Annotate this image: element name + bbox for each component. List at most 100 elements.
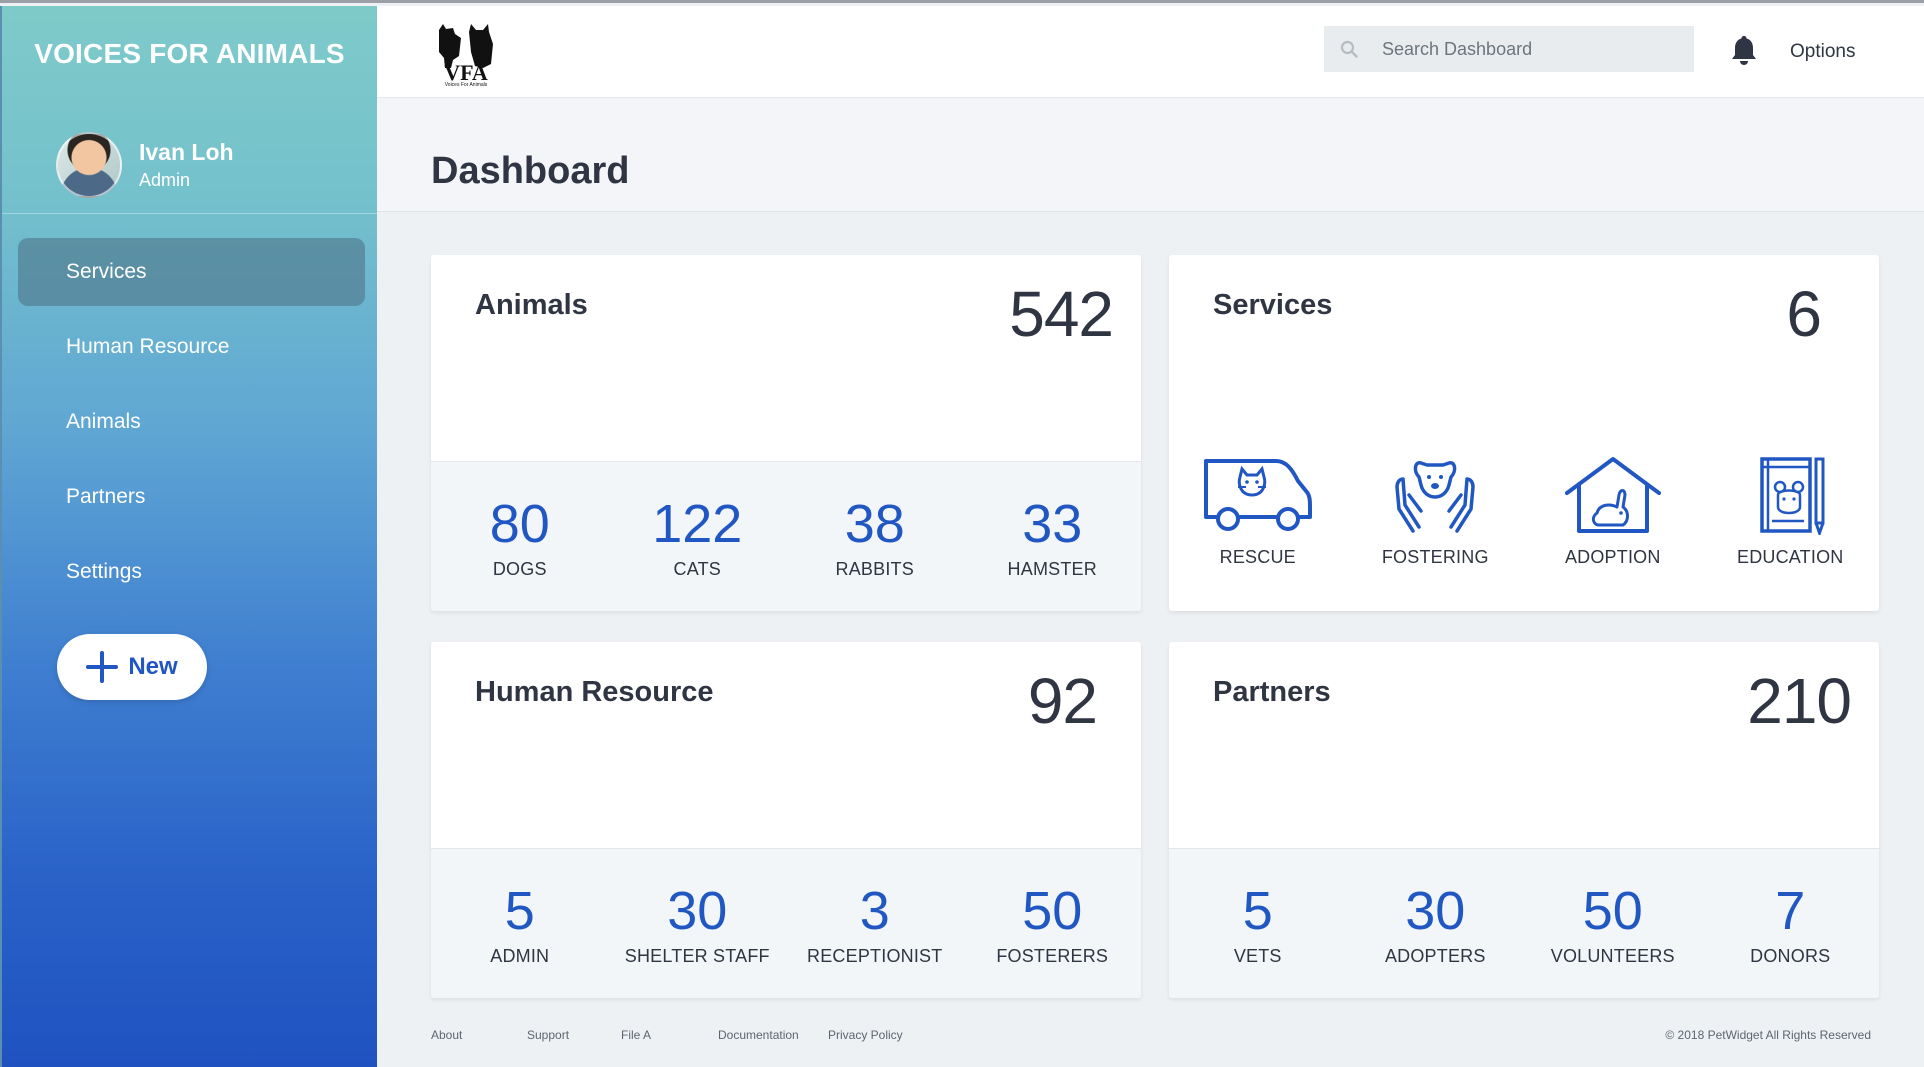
footer-link-file-a[interactable]: File A bbox=[621, 1028, 651, 1042]
page-header: Dashboard bbox=[377, 98, 1924, 212]
stat-value: 30 bbox=[1405, 881, 1466, 941]
sidebar: VOICES FOR ANIMALS Ivan Loh Admin Servic… bbox=[0, 6, 377, 1067]
brand-title[interactable]: VOICES FOR ANIMALS bbox=[2, 6, 377, 102]
card-total: 92 bbox=[1027, 665, 1098, 737]
stat-fosterers[interactable]: 50 FOSTERERS bbox=[964, 849, 1142, 998]
footer-link-documentation[interactable]: Documentation bbox=[718, 1028, 799, 1042]
footer-link-privacy-policy[interactable]: Privacy Policy bbox=[828, 1028, 903, 1042]
card-title: Partners bbox=[1213, 676, 1331, 708]
stat-value: 7 bbox=[1775, 881, 1806, 941]
user-name: Ivan Loh bbox=[139, 139, 234, 165]
search-box[interactable] bbox=[1324, 26, 1694, 72]
service-label: RESCUE bbox=[1219, 547, 1296, 567]
sidebar-item-animals[interactable]: Animals bbox=[18, 388, 365, 456]
card-stats: 5 ADMIN 30 SHELTER STAFF 3 RECEPTIONIST … bbox=[431, 848, 1141, 998]
sidebar-item-label: Partners bbox=[66, 485, 146, 508]
stat-admin[interactable]: 5 ADMIN bbox=[431, 849, 609, 998]
stat-adopters[interactable]: 30 ADOPTERS bbox=[1347, 849, 1525, 998]
sidebar-item-settings[interactable]: Settings bbox=[18, 538, 365, 606]
fostering-hands-icon bbox=[1395, 461, 1476, 533]
user-profile[interactable]: Ivan Loh Admin bbox=[2, 102, 377, 214]
stat-value: 33 bbox=[1022, 494, 1083, 554]
plus-icon bbox=[86, 651, 119, 683]
notification-bell-icon[interactable] bbox=[1729, 34, 1759, 66]
sidebar-item-label: Settings bbox=[66, 560, 142, 583]
stat-cats[interactable]: 122 CATS bbox=[609, 462, 787, 611]
stat-label: RABBITS bbox=[835, 559, 914, 579]
stat-rabbits[interactable]: 38 RABBITS bbox=[786, 462, 964, 611]
svg-text:Voices For Animals: Voices For Animals bbox=[445, 82, 488, 88]
animals-card[interactable]: Animals 542 80 DOGS 122 CATS 38 RABBITS … bbox=[431, 255, 1141, 611]
human-resource-card[interactable]: Human Resource 92 5 ADMIN 30 SHELTER STA… bbox=[431, 642, 1141, 998]
copyright-text: © 2018 PetWidget All Rights Reserved bbox=[1665, 1028, 1871, 1042]
stat-label: HAMSTER bbox=[1007, 559, 1097, 579]
stat-receptionist[interactable]: 3 RECEPTIONIST bbox=[786, 849, 964, 998]
user-role: Admin bbox=[139, 170, 191, 190]
stat-label: ADOPTERS bbox=[1384, 946, 1486, 966]
stat-donors[interactable]: 7 DONORS bbox=[1702, 849, 1880, 998]
stat-label: CATS bbox=[673, 559, 721, 579]
rescue-van-icon bbox=[1203, 459, 1312, 531]
sidebar-item-label: Services bbox=[66, 260, 147, 283]
adoption-house-icon bbox=[1564, 457, 1661, 533]
stat-value: 80 bbox=[489, 494, 550, 554]
stat-value: 38 bbox=[844, 494, 905, 554]
stat-value: 122 bbox=[652, 494, 743, 554]
card-stats: 80 DOGS 122 CATS 38 RABBITS 33 HAMSTER bbox=[431, 461, 1141, 611]
sidebar-nav: Services Human Resource Animals Partners… bbox=[18, 238, 365, 613]
stat-label: VETS bbox=[1233, 946, 1282, 966]
card-title: Human Resource bbox=[475, 676, 714, 708]
app-window: VOICES FOR ANIMALS Ivan Loh Admin Servic… bbox=[0, 0, 1924, 1067]
vfa-logo[interactable]: VFA Voices For Animals bbox=[431, 22, 501, 88]
service-education[interactable]: EDUCATION bbox=[1702, 455, 1880, 575]
options-menu[interactable]: Options bbox=[1790, 41, 1855, 63]
footer: About Support File A Documentation Priva… bbox=[431, 1028, 1871, 1048]
card-total: 210 bbox=[1747, 665, 1852, 737]
stat-value: 5 bbox=[1242, 881, 1273, 941]
services-card[interactable]: Services 6 RESCUE FOSTERING ADOPTION EDU… bbox=[1169, 255, 1879, 611]
card-total: 542 bbox=[1009, 278, 1114, 350]
sidebar-item-human-resource[interactable]: Human Resource bbox=[18, 313, 365, 381]
top-bar: VFA Voices For Animals Options bbox=[377, 6, 1924, 98]
dog-cat-logo-icon: VFA Voices For Animals bbox=[439, 24, 493, 88]
education-book-icon bbox=[1760, 457, 1825, 535]
new-button[interactable]: New bbox=[57, 634, 207, 700]
stat-label: VOLUNTEERS bbox=[1550, 946, 1675, 966]
page-title: Dashboard bbox=[431, 150, 630, 192]
card-title: Services bbox=[1213, 289, 1333, 321]
card-title: Animals bbox=[475, 289, 588, 321]
service-fostering[interactable]: FOSTERING bbox=[1347, 455, 1525, 575]
stat-label: DONORS bbox=[1750, 946, 1831, 966]
stat-shelter-staff[interactable]: 30 SHELTER STAFF bbox=[609, 849, 787, 998]
stat-volunteers[interactable]: 50 VOLUNTEERS bbox=[1524, 849, 1702, 998]
stat-value: 50 bbox=[1022, 881, 1083, 941]
service-label: EDUCATION bbox=[1737, 547, 1844, 567]
service-label: ADOPTION bbox=[1564, 547, 1661, 567]
sidebar-item-label: Human Resource bbox=[66, 335, 230, 358]
stat-value: 3 bbox=[859, 881, 890, 941]
stat-label: ADMIN bbox=[490, 946, 550, 966]
card-stats: 5 VETS 30 ADOPTERS 50 VOLUNTEERS 7 DONOR… bbox=[1169, 848, 1879, 998]
stat-hamster[interactable]: 33 HAMSTER bbox=[964, 462, 1142, 611]
service-rescue[interactable]: RESCUE bbox=[1169, 455, 1347, 575]
service-adoption[interactable]: ADOPTION bbox=[1524, 455, 1702, 575]
footer-link-about[interactable]: About bbox=[431, 1028, 462, 1042]
sidebar-item-label: Animals bbox=[66, 410, 141, 433]
stat-dogs[interactable]: 80 DOGS bbox=[431, 462, 609, 611]
services-list: RESCUE FOSTERING ADOPTION EDUCATION bbox=[1169, 455, 1879, 575]
stat-value: 5 bbox=[504, 881, 535, 941]
service-label: FOSTERING bbox=[1381, 547, 1489, 567]
stat-label: FOSTERERS bbox=[996, 946, 1109, 966]
search-icon bbox=[1340, 40, 1358, 58]
card-total: 6 bbox=[1786, 278, 1822, 350]
footer-link-support[interactable]: Support bbox=[527, 1028, 569, 1042]
sidebar-item-services[interactable]: Services bbox=[18, 238, 365, 306]
stat-vets[interactable]: 5 VETS bbox=[1169, 849, 1347, 998]
sidebar-item-partners[interactable]: Partners bbox=[18, 463, 365, 531]
search-input[interactable] bbox=[1382, 38, 1682, 60]
partners-card[interactable]: Partners 210 5 VETS 30 ADOPTERS 50 VOLUN… bbox=[1169, 642, 1879, 998]
stat-label: SHELTER STAFF bbox=[624, 946, 770, 966]
avatar[interactable] bbox=[56, 132, 122, 198]
stat-label: RECEPTIONIST bbox=[807, 946, 943, 966]
stat-value: 50 bbox=[1582, 881, 1643, 941]
